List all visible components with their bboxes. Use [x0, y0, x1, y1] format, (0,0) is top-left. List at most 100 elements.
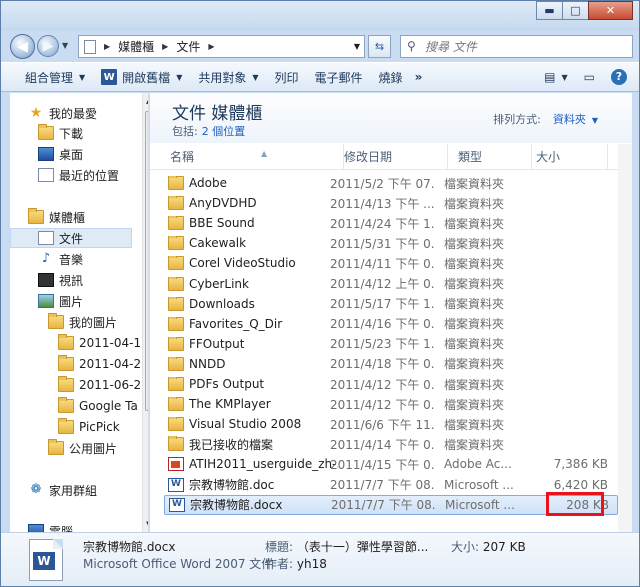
chevron-down-icon[interactable]: ▼	[592, 116, 598, 125]
breadcrumb-arrow-icon[interactable]: ▶	[205, 42, 217, 51]
nav-scrollbar[interactable]: ▲ ▼	[142, 93, 148, 532]
column-date[interactable]: 修改日期	[338, 144, 448, 170]
sort-ascending-icon: ▲	[261, 149, 268, 158]
nav-pic-subfolder[interactable]: PicPick	[58, 417, 120, 437]
nav-favorites[interactable]: ★ 我的最愛	[28, 103, 97, 123]
maximize-button[interactable]: □	[562, 1, 589, 20]
file-name-label: Visual Studio 2008	[189, 417, 302, 432]
share-button[interactable]: 共用對象 ▼	[190, 65, 266, 89]
nav-recent-places[interactable]: 最近的位置	[38, 165, 119, 185]
email-button[interactable]: 電子郵件	[307, 65, 371, 89]
file-row[interactable]: Adobe 2011/5/2 下午 07... 檔案資料夾	[164, 173, 618, 193]
nav-my-pictures[interactable]: 我的圖片	[48, 312, 117, 332]
arrange-label: 排列方式:	[493, 113, 541, 126]
help-button[interactable]: ?	[603, 65, 639, 89]
nav-videos[interactable]: 視訊	[38, 270, 83, 290]
folder-icon	[58, 418, 74, 434]
folder-icon	[168, 276, 184, 291]
search-input[interactable]	[425, 39, 625, 54]
more-commands-button[interactable]: »	[411, 65, 431, 89]
file-type: 檔案資料夾	[444, 176, 505, 191]
open-button[interactable]: W 開啟舊檔 ▼	[93, 65, 190, 89]
file-row[interactable]: CyberLink 2011/4/12 上午 0... 檔案資料夾	[164, 274, 618, 294]
nav-music[interactable]: ♪ 音樂	[38, 249, 83, 269]
nav-pic-subfolder[interactable]: 2011-04-1	[58, 333, 141, 353]
breadcrumb-arrow-icon[interactable]: ▶	[101, 42, 113, 51]
file-row[interactable]: NNDD 2011/4/18 下午 0... 檔案資料夾	[164, 354, 618, 374]
nav-pic-subfolder[interactable]: 2011-04-2	[58, 354, 141, 374]
column-size[interactable]: 大小	[530, 144, 608, 170]
author-value[interactable]: yh18	[297, 557, 327, 571]
file-date: 2011/4/14 下午 0...	[330, 437, 434, 452]
nav-libraries[interactable]: 媒體櫃	[28, 207, 85, 227]
nav-pictures[interactable]: 圖片	[38, 291, 83, 311]
nav-label: 家用群組	[49, 483, 98, 498]
file-name: FFOutput	[168, 336, 338, 351]
file-name: Cakewalk	[168, 236, 338, 251]
file-row[interactable]: 我已接收的檔案 2011/4/14 下午 0... 檔案資料夾	[164, 434, 618, 454]
file-row[interactable]: Corel VideoStudio 2011/4/11 下午 0... 檔案資料夾	[164, 253, 618, 273]
close-button[interactable]: ✕	[588, 1, 633, 20]
recent-pages-dropdown[interactable]: ▼	[62, 41, 68, 50]
file-row[interactable]: The KMPlayer 2011/4/12 下午 0... 檔案資料夾	[164, 394, 618, 414]
nav-desktop[interactable]: 桌面	[38, 144, 83, 164]
details-file-type: Microsoft Office Word 2007 文件	[83, 557, 274, 571]
file-row[interactable]: ATIH2011_userguide_zh-... 2011/4/15 下午 0.…	[164, 454, 618, 474]
file-row[interactable]: PDFs Output 2011/4/12 下午 0... 檔案資料夾	[164, 374, 618, 394]
nav-computer[interactable]: 電腦	[28, 521, 73, 532]
nav-pic-subfolder[interactable]: 2011-06-2	[58, 375, 141, 395]
forward-button[interactable]: ▶	[37, 35, 59, 57]
nav-pic-subfolder[interactable]: Google Ta	[58, 396, 138, 416]
word-icon: W	[101, 69, 118, 85]
word-doc-icon	[168, 477, 184, 492]
breadcrumb-libraries[interactable]: 媒體櫃	[113, 38, 159, 55]
nav-homegroup[interactable]: ❁ 家用群組	[28, 480, 97, 500]
file-name: AnyDVDHD	[168, 196, 338, 211]
library-locations-link[interactable]: 2 個位置	[202, 125, 246, 138]
search-icon: ⚲	[407, 39, 416, 53]
nav-public-pictures[interactable]: 公用圖片	[48, 438, 117, 458]
window-controls: ▬ □ ✕	[536, 1, 633, 20]
organize-button[interactable]: 組合管理 ▼	[1, 65, 93, 89]
refresh-button[interactable]: ⇆	[368, 35, 391, 58]
nav-label: 音樂	[59, 252, 84, 267]
column-name[interactable]: 名稱 ▲	[164, 144, 344, 170]
breadcrumb-arrow-icon[interactable]: ▶	[159, 42, 171, 51]
nav-scrollbar-thumb[interactable]	[145, 111, 148, 411]
scroll-up-icon[interactable]: ▲	[146, 97, 148, 105]
share-label: 共用對象	[198, 70, 247, 85]
file-row[interactable]: Visual Studio 2008 2011/6/6 下午 11... 檔案資料夾	[164, 414, 618, 434]
arrange-by-dropdown[interactable]: 資料夾	[553, 113, 586, 126]
title-value[interactable]: （表十一）彈性學習節...	[297, 540, 428, 554]
file-row[interactable]: Cakewalk 2011/5/31 下午 0... 檔案資料夾	[164, 233, 618, 253]
breadcrumb-documents[interactable]: 文件	[171, 38, 205, 55]
file-row[interactable]: AnyDVDHD 2011/4/13 下午 ... 檔案資料夾	[164, 193, 618, 213]
file-row[interactable]: Downloads 2011/5/17 下午 1... 檔案資料夾	[164, 294, 618, 314]
nav-label: 2011-04-1	[79, 336, 142, 350]
minimize-button[interactable]: ▬	[536, 1, 563, 20]
column-type[interactable]: 類型	[452, 144, 532, 170]
file-name: The KMPlayer	[168, 397, 338, 412]
scroll-down-icon[interactable]: ▼	[146, 520, 148, 528]
preview-pane-button[interactable]: ▭	[576, 65, 603, 89]
burn-button[interactable]: 燒錄	[371, 65, 411, 89]
address-dropdown-icon[interactable]: ▼	[354, 42, 360, 51]
file-name-label: NNDD	[189, 356, 226, 371]
file-row[interactable]: BBE Sound 2011/4/24 下午 1... 檔案資料夾	[164, 213, 618, 233]
file-type: 檔案資料夾	[444, 297, 505, 312]
folder-icon	[168, 336, 184, 351]
file-name-label: ATIH2011_userguide_zh-...	[189, 457, 338, 472]
print-button[interactable]: 列印	[267, 65, 307, 89]
address-bar[interactable]: ▶ 媒體櫃 ▶ 文件 ▶ ▼	[78, 35, 365, 58]
file-row[interactable]: FFOutput 2011/5/23 下午 1... 檔案資料夾	[164, 334, 618, 354]
file-type: 檔案資料夾	[444, 357, 505, 372]
nav-label: PicPick	[79, 420, 120, 434]
view-options-button[interactable]: ▤ ▼	[536, 65, 576, 89]
search-box[interactable]: ⚲	[400, 35, 633, 58]
file-row[interactable]: Favorites_Q_Dir 2011/4/16 下午 0... 檔案資料夾	[164, 314, 618, 334]
content-scrollbar[interactable]	[618, 144, 632, 532]
nav-downloads[interactable]: 下載	[38, 123, 83, 143]
nav-documents[interactable]: 文件	[10, 228, 132, 248]
library-includes: 包括: 2 個位置	[172, 123, 245, 139]
back-button[interactable]: ◀	[10, 34, 35, 59]
